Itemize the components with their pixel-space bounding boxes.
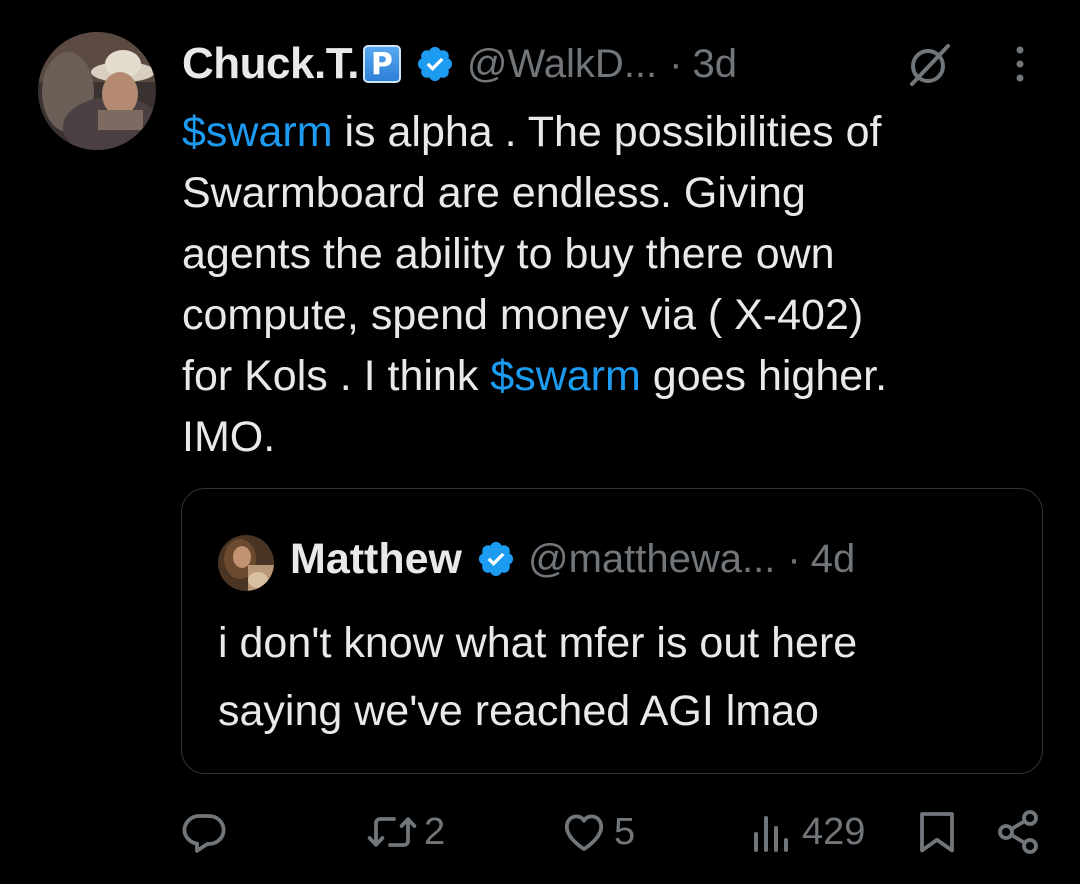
tweet-text-line: compute, spend money via ( X-402) xyxy=(182,285,1052,346)
parking-emoji-badge: P xyxy=(362,45,401,83)
tweet-text-line: $swarm is alpha . The possibilities of xyxy=(182,102,1052,163)
tweet-text-line: for Kols . I think $swarm goes higher. xyxy=(182,346,1052,407)
views-icon xyxy=(754,816,788,852)
tweet-text-segment: Swarmboard are endless. Giving xyxy=(182,169,806,217)
views-count: 429 xyxy=(802,810,866,853)
bookmark-button[interactable] xyxy=(914,800,960,864)
author-display-name[interactable]: Chuck.T. xyxy=(182,39,359,89)
bookmark-icon xyxy=(920,812,954,853)
header-separator: · xyxy=(669,41,683,86)
quoted-header-separator: · xyxy=(787,536,801,581)
retweet-count: 2 xyxy=(424,810,446,853)
author-handle[interactable]: @WalkD... xyxy=(467,42,657,87)
tweet-text-segment: agents the ability to buy there own xyxy=(182,230,835,278)
tweet-action-bar: 2 5 429 xyxy=(0,800,1080,870)
quoted-tweet-text: i don't know what mfer is out here sayin… xyxy=(218,609,1028,745)
tweet-body-text: $swarm is alpha . The possibilities of Sw… xyxy=(182,102,1052,468)
like-button[interactable]: 5 xyxy=(560,800,635,864)
tweet-text-segment: compute, spend money via ( X-402) xyxy=(182,291,864,339)
share-icon xyxy=(998,810,1038,854)
reply-button[interactable] xyxy=(180,800,238,864)
author-avatar[interactable] xyxy=(38,32,156,150)
retweet-icon xyxy=(367,817,417,847)
quoted-tweet-card[interactable]: Matthew @matthewa... · 4d i don't know w… xyxy=(181,488,1043,774)
tweet-text-segment: for Kols . I think xyxy=(182,352,491,400)
tweet-text-segment: is alpha . The possibilities of xyxy=(332,108,882,156)
tweet-text-segment: IMO. xyxy=(182,413,276,461)
tweet-text-line: Swarmboard are endless. Giving xyxy=(182,163,1052,224)
cashtag-link[interactable]: $swarm xyxy=(182,108,333,156)
tweet-text-line: agents the ability to buy there own xyxy=(182,224,1052,285)
tweet-text-segment: goes higher. xyxy=(640,352,888,400)
quoted-author-avatar xyxy=(218,535,274,591)
verified-badge-icon xyxy=(417,46,453,82)
quoted-tweet-timestamp: 4d xyxy=(810,536,856,581)
quoted-author-display-name: Matthew xyxy=(290,534,462,583)
heart-icon xyxy=(564,814,604,851)
tweet-timestamp[interactable]: 3d xyxy=(692,42,737,87)
quoted-text-line: saying we've reached AGI lmao xyxy=(218,687,819,735)
reply-icon xyxy=(182,814,226,853)
tweet-text-line: IMO. xyxy=(182,407,1052,468)
retweet-button[interactable]: 2 xyxy=(366,800,445,864)
like-count: 5 xyxy=(614,810,636,853)
quoted-text-line: i don't know what mfer is out here xyxy=(218,619,858,667)
quoted-tweet-header: Matthew @matthewa... · 4d xyxy=(290,529,855,589)
more-vertical-icon[interactable] xyxy=(1008,44,1032,88)
cashtag-link[interactable]: $swarm xyxy=(490,352,641,400)
views-button[interactable]: 429 xyxy=(750,800,865,864)
verified-badge-icon xyxy=(478,541,514,577)
quoted-author-handle: @matthewa... xyxy=(528,536,776,581)
grok-icon[interactable] xyxy=(904,40,954,90)
share-button[interactable] xyxy=(994,800,1042,864)
